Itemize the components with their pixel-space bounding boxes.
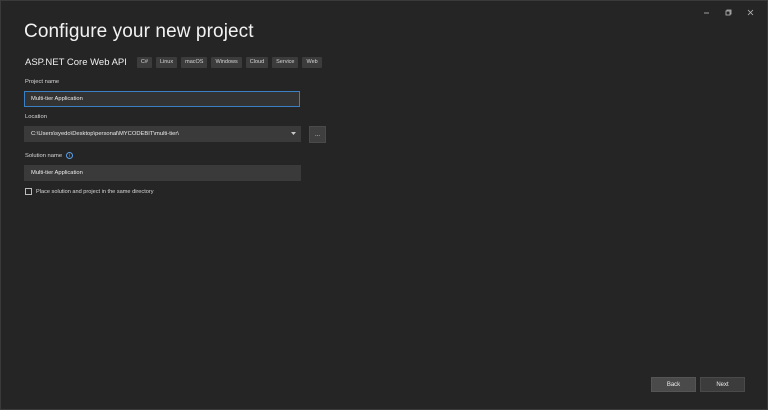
next-button[interactable]: Next xyxy=(700,377,745,392)
back-button[interactable]: Back xyxy=(651,377,696,392)
chevron-down-icon xyxy=(291,132,296,138)
browse-button[interactable]: ... xyxy=(309,126,326,143)
tag-web: Web xyxy=(302,57,322,68)
window-controls xyxy=(695,5,761,19)
solution-name-label-row: Solution name i xyxy=(25,152,74,159)
tag-windows: Windows xyxy=(211,57,242,68)
project-name-input[interactable]: Multi-tier Application xyxy=(24,91,300,107)
tag-cloud: Cloud xyxy=(245,57,269,68)
page-title: Configure your new project xyxy=(24,21,254,42)
info-icon[interactable]: i xyxy=(66,152,74,159)
template-info: ASP.NET Core Web API C# Linux macOS Wind… xyxy=(25,57,322,68)
location-dropdown[interactable]: C:\Users\syedo\Desktop\personal\MYCODEBI… xyxy=(24,126,301,142)
same-directory-option[interactable]: Place solution and project in the same d… xyxy=(25,188,154,195)
dialog-window: Configure your new project ASP.NET Core … xyxy=(0,0,768,410)
project-name-label: Project name xyxy=(25,79,60,85)
solution-name-value: Multi-tier Application xyxy=(31,170,83,176)
close-icon[interactable] xyxy=(739,5,761,19)
tag-csharp: C# xyxy=(136,57,152,68)
solution-name-label: Solution name xyxy=(25,152,63,159)
template-name: ASP.NET Core Web API xyxy=(25,57,127,68)
minimize-icon[interactable] xyxy=(695,5,717,19)
same-directory-label: Place solution and project in the same d… xyxy=(36,188,154,195)
tag-macos: macOS xyxy=(181,57,208,68)
solution-name-input[interactable]: Multi-tier Application xyxy=(24,165,301,181)
same-directory-checkbox[interactable] xyxy=(25,188,32,195)
restore-icon[interactable] xyxy=(717,5,739,19)
project-name-value: Multi-tier Application xyxy=(31,96,83,102)
location-value: C:\Users\syedo\Desktop\personal\MYCODEBI… xyxy=(31,131,179,137)
tag-service: Service xyxy=(272,57,299,68)
tag-linux: Linux xyxy=(155,57,178,68)
location-label: Location xyxy=(25,114,47,120)
